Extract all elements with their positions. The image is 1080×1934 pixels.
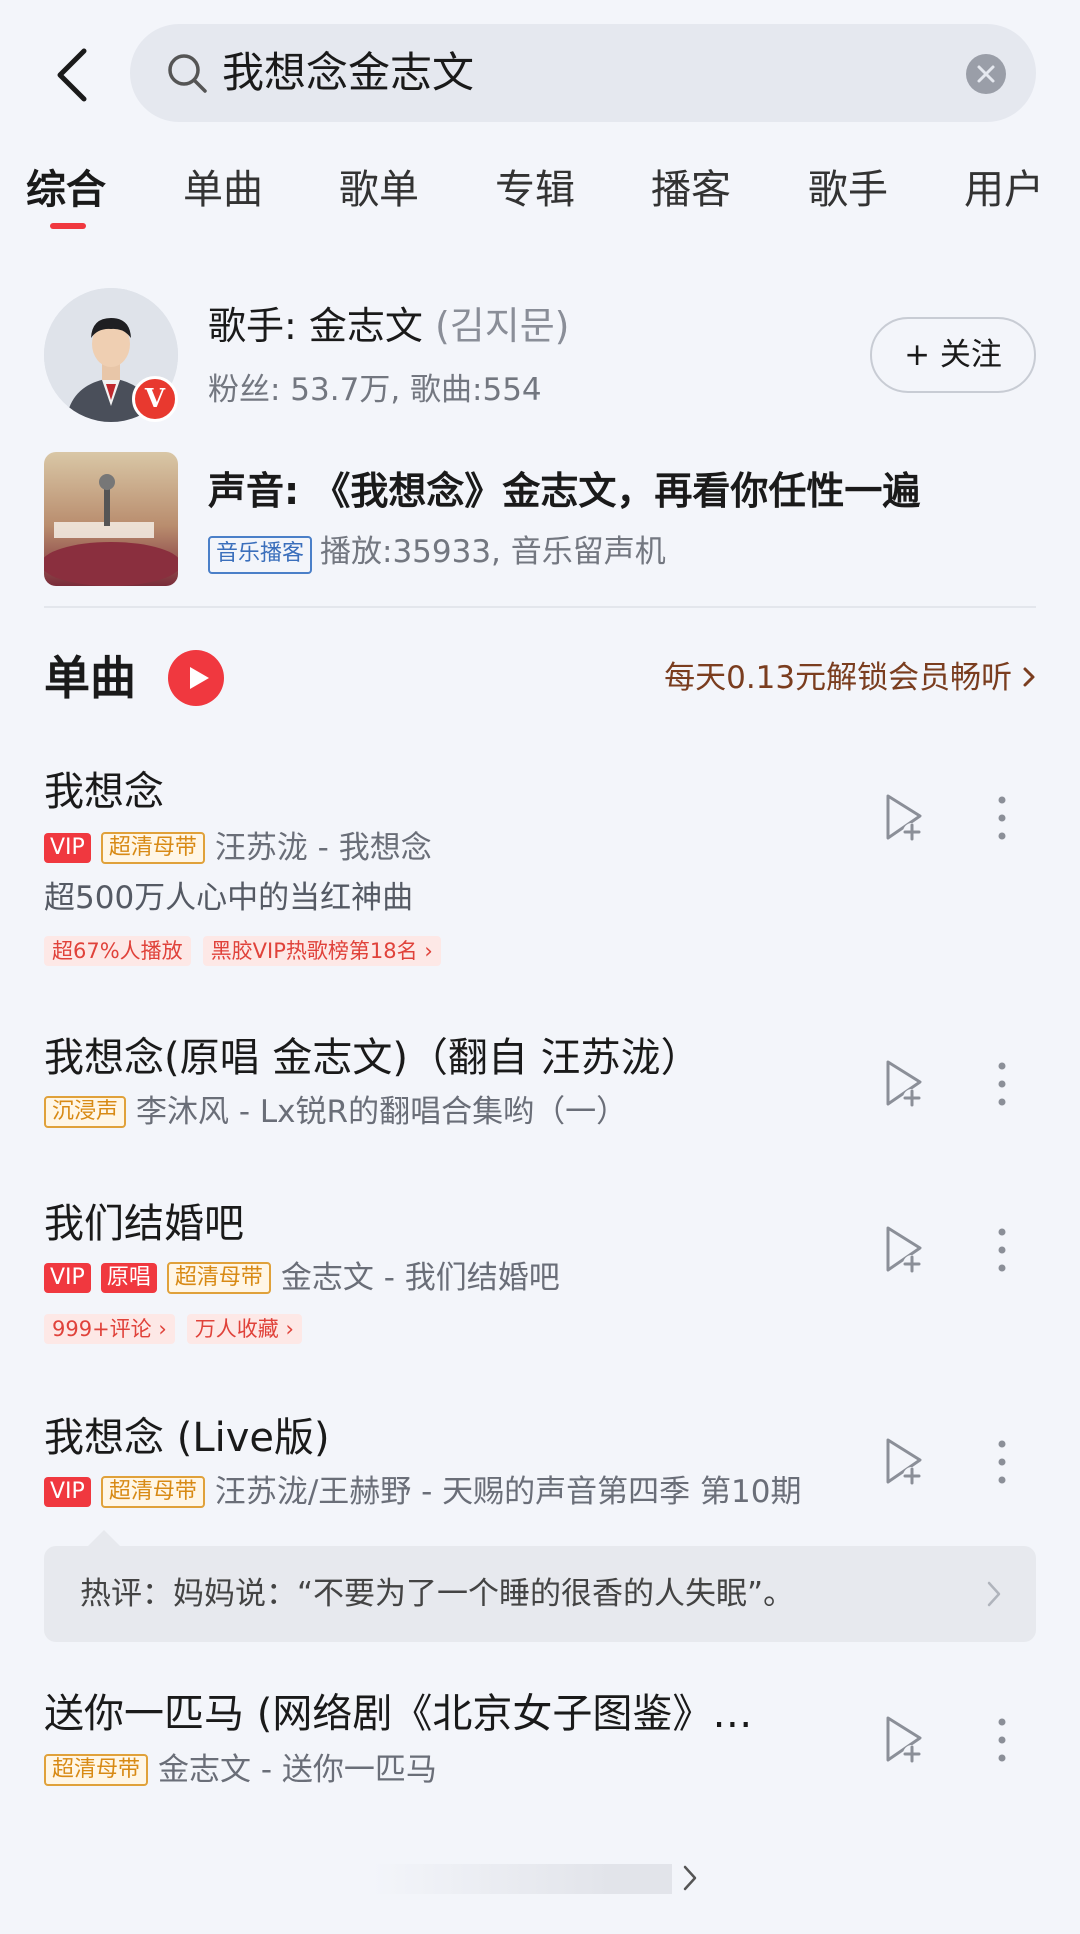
song-artist: 汪苏泷 - 我想念 (214, 830, 432, 866)
hot-comment[interactable]: 热评：妈妈说：“不要为了一个睡的很香的人失眠”。 (44, 1546, 1036, 1642)
add-to-playlist-icon[interactable] (882, 1058, 926, 1110)
song-title[interactable]: 我想念 (Live版) (44, 1410, 330, 1466)
search-input[interactable]: 我想念金志文 (222, 46, 474, 100)
tab-users[interactable]: 用户 (964, 162, 1044, 218)
more-results-bar[interactable] (372, 1864, 672, 1894)
tab-artists[interactable]: 歌手 (808, 162, 888, 218)
artist-korean-name: (김지문) (434, 304, 570, 348)
original-badge: 原唱 (100, 1263, 157, 1293)
comments-tag[interactable]: 999+评论 › (44, 1314, 175, 1344)
add-to-playlist-icon[interactable] (882, 1224, 926, 1276)
song-title[interactable]: 我们结婚吧 (44, 1196, 244, 1252)
artist-name[interactable]: 歌手: 金志文 (김지문) (208, 300, 570, 352)
song-meta: 超清母带 金志文 - 送你一匹马 (44, 1750, 437, 1790)
song-artist: 汪苏泷/王赫野 - 天赐的声音第四季 第10期 (214, 1474, 802, 1510)
more-options-icon[interactable] (996, 1438, 1008, 1486)
tab-albums[interactable]: 专辑 (495, 162, 575, 218)
add-to-playlist-icon[interactable] (882, 1436, 926, 1488)
song-artist: 金志文 - 我们结婚吧 (280, 1260, 560, 1296)
close-icon (977, 65, 995, 83)
add-to-playlist-icon[interactable] (882, 792, 926, 844)
vip-badge: VIP (44, 833, 91, 863)
tab-songs[interactable]: 单曲 (183, 162, 263, 218)
immersive-audio-badge: 沉浸声 (44, 1096, 127, 1128)
tab-all[interactable]: 综合 (26, 162, 106, 218)
hq-master-badge: 超清母带 (44, 1754, 149, 1786)
hq-master-badge: 超清母带 (100, 832, 205, 864)
podcast-title[interactable]: 声音: 《我想念》金志文，再看你任性一遍 (208, 464, 920, 518)
chevron-right-icon (987, 1581, 1001, 1607)
hq-master-badge: 超清母带 (100, 1476, 205, 1508)
song-title[interactable]: 送你一匹马 (网络剧《北京女子图鉴》… (44, 1686, 844, 1742)
song-artist: 李沐风 - Lx锐R的翻唱合集哟（一） (136, 1094, 628, 1130)
song-artist: 金志文 - 送你一匹马 (158, 1752, 437, 1788)
chevron-right-icon[interactable] (682, 1864, 698, 1892)
comment-pointer (88, 1530, 120, 1546)
song-tags: 超67%人播放 黑胶VIP热歌榜第18名 › (44, 936, 441, 966)
podcast-type-badge: 音乐播客 (208, 536, 313, 574)
vip-badge: VIP (44, 1263, 91, 1293)
song-meta: VIP 超清母带 汪苏泷/王赫野 - 天赐的声音第四季 第10期 (44, 1472, 801, 1512)
artist-name-text: 歌手: 金志文 (208, 304, 435, 348)
artist-stats: 粉丝: 53.7万, 歌曲:554 (208, 372, 542, 408)
section-title: 单曲 (44, 651, 136, 705)
clear-search-button[interactable] (966, 54, 1006, 94)
more-options-icon[interactable] (996, 1226, 1008, 1274)
add-to-playlist-icon[interactable] (882, 1714, 926, 1766)
favorites-tag-text: 万人收藏 (194, 1317, 279, 1341)
play-icon (190, 667, 209, 689)
vip-promo-text: 每天0.13元解锁会员畅听 (664, 660, 1013, 696)
active-tab-indicator (50, 223, 86, 229)
song-meta: 沉浸声 李沐风 - Lx锐R的翻唱合集哟（一） (44, 1092, 627, 1132)
song-meta: VIP 原唱 超清母带 金志文 - 我们结婚吧 (44, 1258, 560, 1298)
podcast-cover[interactable] (44, 452, 178, 586)
tab-playlists[interactable]: 歌单 (339, 162, 419, 218)
song-title[interactable]: 我想念 (44, 764, 164, 820)
comments-tag-text: 999+评论 (52, 1317, 152, 1341)
tab-podcasts[interactable]: 播客 (651, 162, 731, 218)
play-all-button[interactable] (168, 650, 224, 706)
chart-rank-tag[interactable]: 黑胶VIP热歌榜第18名 › (202, 936, 441, 966)
search-icon (168, 54, 207, 93)
verified-badge: V (132, 376, 178, 422)
chevron-left-icon (57, 48, 87, 102)
podcast-stats: 播放:35933, 音乐留声机 (320, 534, 666, 570)
divider (44, 606, 1036, 608)
song-meta: VIP 超清母带 汪苏泷 - 我想念 (44, 828, 432, 868)
favorites-tag[interactable]: 万人收藏 › (186, 1314, 302, 1344)
hq-master-badge: 超清母带 (166, 1262, 271, 1294)
more-options-icon[interactable] (996, 1060, 1008, 1108)
back-button[interactable] (48, 45, 100, 105)
follow-button[interactable]: + 关注 (870, 317, 1036, 393)
chart-rank-text: 黑胶VIP热歌榜第18名 (210, 939, 418, 963)
more-options-icon[interactable] (996, 1716, 1008, 1764)
song-title[interactable]: 我想念(原唱 金志文)（翻自 汪苏泷） (44, 1030, 701, 1086)
song-description: 超500万人心中的当红神曲 (44, 880, 414, 916)
hot-comment-text: 热评：妈妈说：“不要为了一个睡的很香的人失眠”。 (80, 1576, 795, 1612)
play-rate-tag: 超67%人播放 (44, 936, 191, 966)
song-tags: 999+评论 › 万人收藏 › (44, 1314, 302, 1344)
more-options-icon[interactable] (996, 794, 1008, 842)
chevron-right-icon (1023, 667, 1035, 687)
search-bar[interactable]: 我想念金志文 (130, 24, 1036, 122)
vip-badge: VIP (44, 1477, 91, 1507)
vip-promo-link[interactable]: 每天0.13元解锁会员畅听 (664, 656, 1036, 700)
podcast-cover-image (44, 452, 178, 586)
